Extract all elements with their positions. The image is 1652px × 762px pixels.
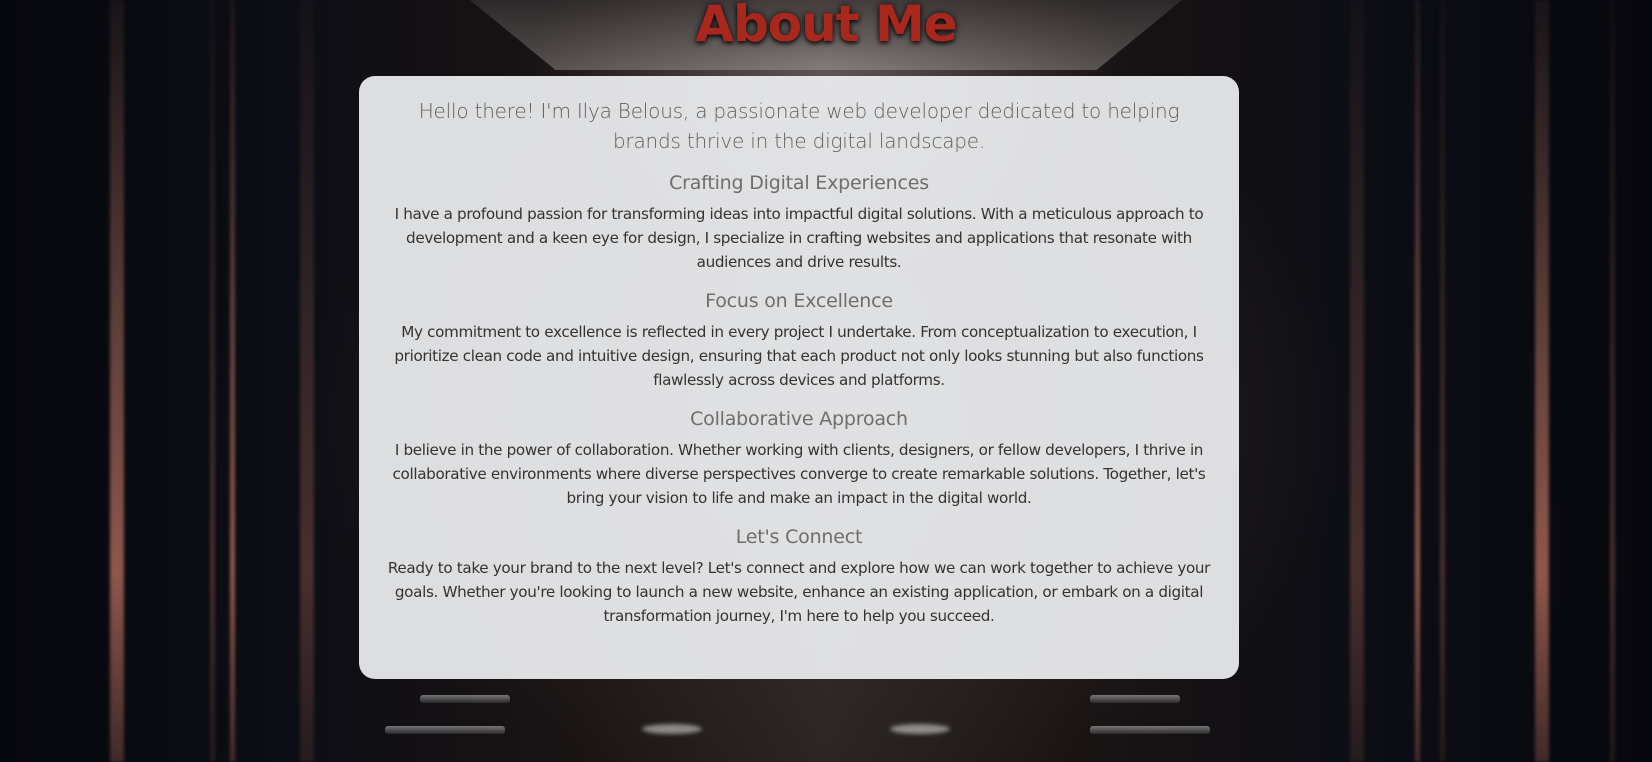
floor-light xyxy=(642,724,702,734)
pillar-light xyxy=(110,0,124,762)
about-card: Hello there! I'm Ilya Belous, a passiona… xyxy=(359,76,1239,679)
section-heading: Let's Connect xyxy=(735,526,863,548)
page-title: About Me xyxy=(695,0,957,53)
section-body: I believe in the power of collaboration.… xyxy=(392,441,1206,507)
intro-text: Hello there! I'm Ilya Belous, a passiona… xyxy=(418,99,1180,153)
section-body: I have a profound passion for transformi… xyxy=(394,205,1204,271)
pillar-light xyxy=(1535,0,1549,762)
section-heading: Crafting Digital Experiences xyxy=(669,172,929,194)
section-lets-connect: Let's Connect Ready to take your brand t… xyxy=(379,524,1219,628)
section-collaborative-approach: Collaborative Approach I believe in the … xyxy=(379,406,1219,510)
section-body: Ready to take your brand to the next lev… xyxy=(387,559,1211,625)
pillar-light xyxy=(210,0,215,762)
pillar-light xyxy=(230,0,235,762)
floor-panel xyxy=(1090,695,1180,703)
pillar-light xyxy=(300,0,314,762)
floor-panel xyxy=(420,695,510,703)
section-crafting-digital-experiences: Crafting Digital Experiences I have a pr… xyxy=(379,170,1219,274)
section-heading: Collaborative Approach xyxy=(690,408,908,430)
pillar-light xyxy=(1440,0,1445,762)
pillar-light xyxy=(1415,0,1420,762)
floor-light xyxy=(890,724,950,734)
floor-panel xyxy=(385,726,505,734)
pillar-light xyxy=(1610,0,1615,762)
section-heading: Focus on Excellence xyxy=(705,290,893,312)
floor-panel xyxy=(1090,726,1210,734)
pillar-light xyxy=(1350,0,1364,762)
section-focus-on-excellence: Focus on Excellence My commitment to exc… xyxy=(379,288,1219,392)
section-body: My commitment to excellence is reflected… xyxy=(394,323,1204,389)
